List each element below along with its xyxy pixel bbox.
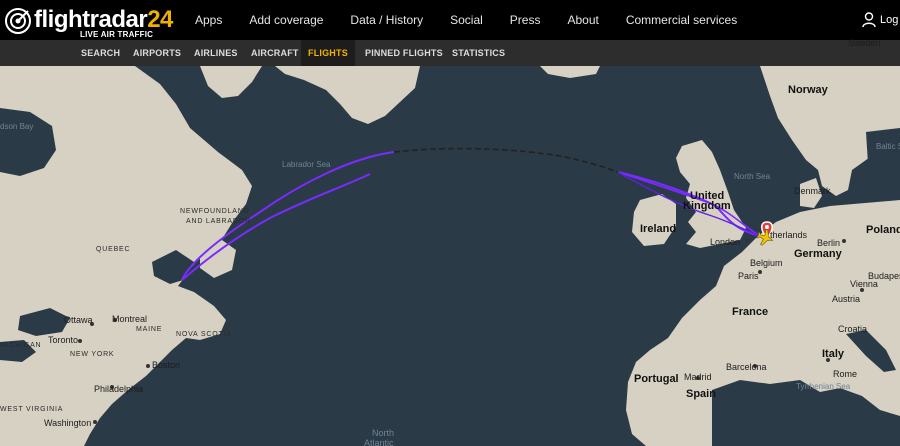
map-view[interactable]: Norway Sweden Denmark United Kingdom Ire… — [0, 38, 900, 446]
nav-add-coverage[interactable]: Add coverage — [249, 13, 323, 27]
user-icon — [862, 12, 876, 28]
city-madrid: Madrid — [684, 372, 712, 382]
region-new-york: NEW YORK — [70, 351, 115, 358]
sea-labrador: Labrador Sea — [282, 160, 331, 169]
top-bar: flightradar24 LIVE AIR TRAFFIC Apps Add … — [0, 0, 900, 40]
region-michigan: MICHIGAN — [0, 342, 42, 349]
city-montreal: Montreal — [112, 314, 148, 324]
city-toronto: Toronto — [48, 335, 79, 345]
country-portugal: Portugal — [634, 373, 679, 385]
region-newfoundland: NEWFOUNDLAND — [180, 208, 250, 215]
sea-tyrrhenian: Tyrrhenian Sea — [796, 382, 851, 391]
login-button[interactable]: Log — [862, 12, 898, 28]
sea-baltic: Baltic Se — [876, 142, 900, 151]
region-maine: MAINE — [136, 326, 163, 333]
subnav-airports[interactable]: AIRPORTS — [126, 40, 188, 66]
nav-social[interactable]: Social — [450, 13, 483, 27]
city-philadelphia: Philadelphia — [94, 384, 144, 394]
subnav-airlines[interactable]: AIRLINES — [187, 40, 245, 66]
country-spain: Spain — [686, 388, 716, 400]
country-denmark: Denmark — [794, 186, 831, 196]
city-boston: Boston — [152, 360, 181, 370]
nav-apps[interactable]: Apps — [195, 13, 222, 27]
flightradar24-logo[interactable]: flightradar24 LIVE AIR TRAFFIC — [4, 4, 173, 39]
country-italy: Italy — [822, 348, 845, 360]
city-budapest: Budapest — [868, 271, 900, 281]
subnav-pinned-flights[interactable]: PINNED FLIGHTS — [358, 40, 450, 66]
country-belgium: Belgium — [750, 258, 783, 268]
logo-tagline: LIVE AIR TRAFFIC — [80, 30, 154, 39]
country-ireland: Ireland — [640, 223, 677, 235]
city-berlin: Berlin — [817, 238, 841, 248]
nav-press[interactable]: Press — [510, 13, 541, 27]
country-austria: Austria — [832, 294, 861, 304]
nav-about[interactable]: About — [567, 13, 598, 27]
region-quebec: QUEBEC — [96, 246, 131, 253]
country-netherlands: therlands — [770, 230, 808, 240]
ocean-north-atlantic-line1: North — [372, 428, 395, 438]
ocean-north-atlantic-line2: Atlantic — [364, 438, 394, 446]
radar-logo-icon — [5, 8, 31, 34]
country-sweden: Sweden — [848, 38, 881, 48]
city-washington: Washington — [44, 418, 92, 428]
country-uk: Kingdom — [683, 200, 731, 212]
city-ottawa: Ottawa — [64, 315, 93, 325]
region-labrador: AND LABRADOR — [186, 218, 251, 225]
region-west-virginia: WEST VIRGINIA — [0, 406, 64, 413]
country-norway: Norway — [788, 84, 828, 96]
sub-nav: SEARCH AIRPORTS AIRLINES AIRCRAFT FLIGHT… — [0, 40, 900, 66]
subnav-statistics[interactable]: STATISTICS — [445, 40, 512, 66]
subnav-flights[interactable]: FLIGHTS — [301, 40, 355, 66]
nav-data-history[interactable]: Data / History — [350, 13, 423, 27]
subnav-aircraft[interactable]: AIRCRAFT — [244, 40, 306, 66]
sea-north: North Sea — [734, 172, 771, 181]
main-nav: Apps Add coverage Data / History Social … — [195, 0, 764, 40]
country-poland: Poland — [866, 224, 900, 236]
sea-hudson-bay: dson Bay — [0, 122, 34, 131]
region-nova-scotia: NOVA SCOTIA — [176, 331, 232, 338]
country-france: France — [732, 306, 769, 318]
login-label: Log — [880, 14, 899, 26]
subnav-search[interactable]: SEARCH — [74, 40, 127, 66]
city-paris: Paris — [738, 271, 759, 281]
nav-commercial-services[interactable]: Commercial services — [626, 13, 737, 27]
city-barcelona: Barcelona — [726, 362, 767, 372]
country-germany: Germany — [794, 248, 842, 260]
city-rome: Rome — [833, 369, 858, 379]
country-croatia: Croatia — [838, 324, 868, 334]
city-london: London — [710, 237, 741, 247]
